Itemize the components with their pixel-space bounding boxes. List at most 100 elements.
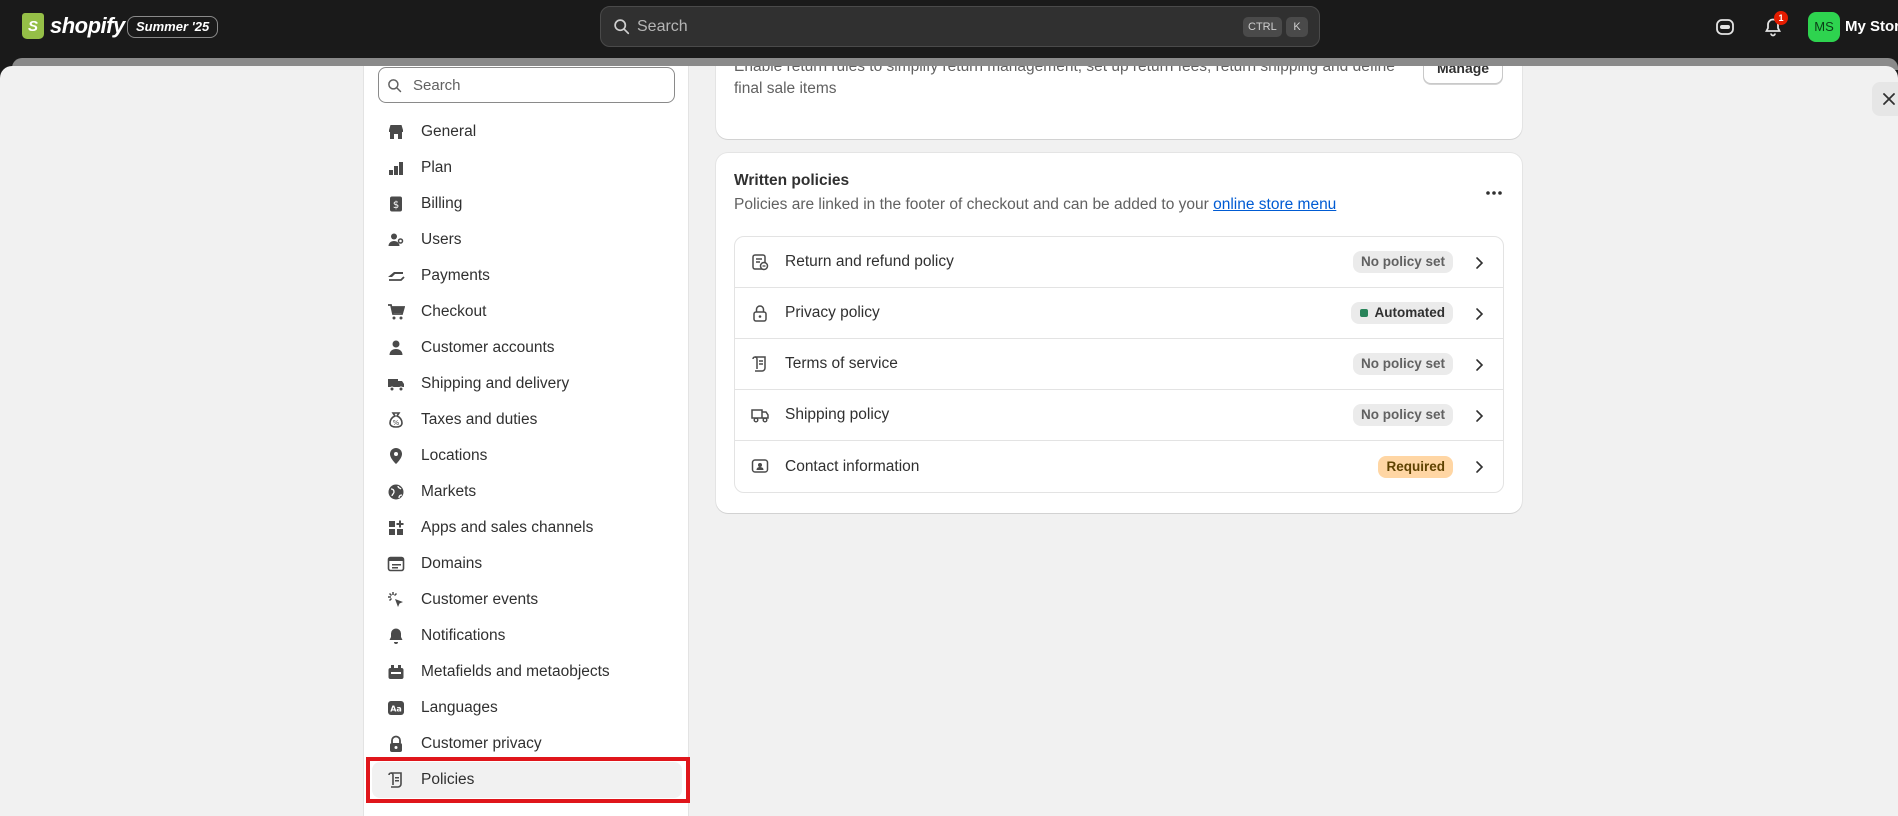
settings-sidebar: General Plan $ Billing Users Payments Ch…: [363, 66, 690, 816]
sidebar-item-customer-accounts[interactable]: Customer accounts: [372, 330, 682, 366]
close-button[interactable]: [1872, 82, 1898, 116]
global-search-input[interactable]: [637, 15, 1237, 39]
metafields-icon: [386, 662, 406, 682]
sidebar-item-plan[interactable]: Plan: [372, 150, 682, 186]
settings-search[interactable]: [378, 67, 675, 103]
more-actions-button[interactable]: [1479, 181, 1509, 205]
payments-icon: [386, 266, 406, 286]
sidebar-item-payments[interactable]: Payments: [372, 258, 682, 294]
policy-label: Return and refund policy: [785, 253, 954, 270]
scroll-icon: [751, 355, 769, 373]
chevron-right-icon: [1471, 408, 1487, 424]
sidebar-item-label: Customer events: [421, 591, 539, 608]
person-icon: [386, 338, 406, 358]
contact-card-icon: [751, 457, 769, 475]
return-rules-description: Enable return rules to simplify return m…: [734, 66, 1395, 97]
tax-icon: %: [386, 410, 406, 430]
sidebar-item-label: Shipping and delivery: [421, 375, 570, 392]
status-badge: No policy set: [1352, 404, 1453, 426]
sidebar-item-customer-events[interactable]: Customer events: [372, 582, 682, 618]
plan-icon: [386, 158, 406, 178]
sidebar-item-users[interactable]: Users: [372, 222, 682, 258]
search-icon: [387, 78, 402, 98]
subtitle-text: Policies are linked in the footer of che…: [734, 196, 1214, 213]
sidebar-item-label: Locations: [421, 447, 488, 464]
sidebar-item-label: Domains: [421, 555, 483, 572]
sidebar-item-taxes[interactable]: % Taxes and duties: [372, 402, 682, 438]
shortcut-ctrl: CTRL: [1243, 17, 1282, 37]
sidebar-item-domains[interactable]: Domains: [372, 546, 682, 582]
chevron-right-icon: [1471, 459, 1487, 475]
sidebar-item-label: Metafields and metaobjects: [421, 663, 610, 680]
sidebar-item-label: Users: [421, 231, 462, 248]
policy-list: Return and refund policy No policy set P…: [734, 236, 1504, 493]
status-badge: Required: [1378, 455, 1453, 478]
policy-row-contact[interactable]: Contact information Required: [735, 441, 1503, 492]
brand-name: shopify: [50, 13, 125, 38]
written-policies-card: Written policies Policies are linked in …: [716, 153, 1522, 513]
sidebar-item-policies[interactable]: Policies: [372, 762, 682, 798]
return-refund-icon: [751, 253, 769, 271]
sidebar-item-customer-privacy[interactable]: Customer privacy: [372, 726, 682, 762]
sidebar-item-general[interactable]: General: [372, 114, 682, 150]
status-badge: Automated: [1350, 302, 1453, 324]
sidekick-button[interactable]: [1712, 14, 1738, 40]
policy-row-privacy[interactable]: Privacy policy Automated: [735, 288, 1503, 339]
sidebar-item-label: Checkout: [421, 303, 487, 320]
sidebar-item-label: Policies: [421, 771, 475, 788]
svg-text:Aa: Aa: [390, 705, 402, 714]
sidebar-item-metafields[interactable]: Metafields and metaobjects: [372, 654, 682, 690]
sidebar-item-label: Plan: [421, 159, 453, 176]
manage-button[interactable]: Manage: [1423, 66, 1503, 84]
policy-row-terms[interactable]: Terms of service No policy set: [735, 339, 1503, 390]
sidebar-item-label: Apps and sales channels: [421, 519, 594, 536]
card-title: Written policies: [734, 172, 850, 189]
sidebar-item-label: Markets: [421, 483, 477, 500]
apps-icon: [386, 518, 406, 538]
notifications-button[interactable]: 1: [1760, 11, 1788, 40]
settings-search-input[interactable]: [413, 74, 663, 96]
language-icon: Aa: [386, 698, 406, 718]
shopify-bag-icon: [22, 13, 44, 39]
shopify-logo[interactable]: shopify: [22, 13, 125, 39]
sidebar-item-label: Taxes and duties: [421, 411, 538, 428]
sidebar-item-locations[interactable]: Locations: [372, 438, 682, 474]
status-badge: No policy set: [1352, 251, 1453, 273]
avatar[interactable]: MS: [1808, 12, 1840, 42]
chevron-right-icon: [1471, 255, 1487, 271]
cart-icon: [386, 302, 406, 322]
policy-row-return-refund[interactable]: Return and refund policy No policy set: [735, 237, 1503, 288]
sidebar-item-billing[interactable]: $ Billing: [372, 186, 682, 222]
sidebar-item-notifications[interactable]: Notifications: [372, 618, 682, 654]
policy-row-shipping[interactable]: Shipping policy No policy set: [735, 390, 1503, 441]
cursor-click-icon: [386, 590, 406, 610]
store-name[interactable]: My Store: [1845, 18, 1898, 35]
lock-icon: [751, 304, 769, 322]
sidebar-item-markets[interactable]: Markets: [372, 474, 682, 510]
globe-icon: [386, 482, 406, 502]
domain-icon: [386, 554, 406, 574]
sidebar-item-label: Notifications: [421, 627, 506, 644]
sidebar-item-checkout[interactable]: Checkout: [372, 294, 682, 330]
location-pin-icon: [386, 446, 406, 466]
sidebar-item-shipping[interactable]: Shipping and delivery: [372, 366, 682, 402]
global-search[interactable]: CTRL K: [600, 6, 1320, 47]
truck-icon: [751, 406, 769, 424]
status-badge: No policy set: [1352, 353, 1453, 375]
svg-text:$: $: [393, 200, 399, 211]
users-icon: [386, 230, 406, 250]
shortcut-k: K: [1286, 17, 1308, 37]
policy-label: Terms of service: [785, 355, 898, 372]
close-icon: [1883, 93, 1895, 105]
sidebar-item-label: General: [421, 123, 477, 140]
sidebar-item-label: Languages: [421, 699, 498, 716]
policy-icon: [386, 770, 406, 790]
sidebar-item-apps[interactable]: Apps and sales channels: [372, 510, 682, 546]
sidebar-item-languages[interactable]: Aa Languages: [372, 690, 682, 726]
online-store-menu-link[interactable]: online store menu: [1213, 196, 1336, 213]
policy-label: Shipping policy: [785, 406, 890, 423]
sidebar-item-label: Billing: [421, 195, 463, 212]
svg-text:%: %: [393, 419, 400, 427]
store-icon: [386, 122, 406, 142]
edition-badge[interactable]: Summer '25: [127, 16, 219, 38]
